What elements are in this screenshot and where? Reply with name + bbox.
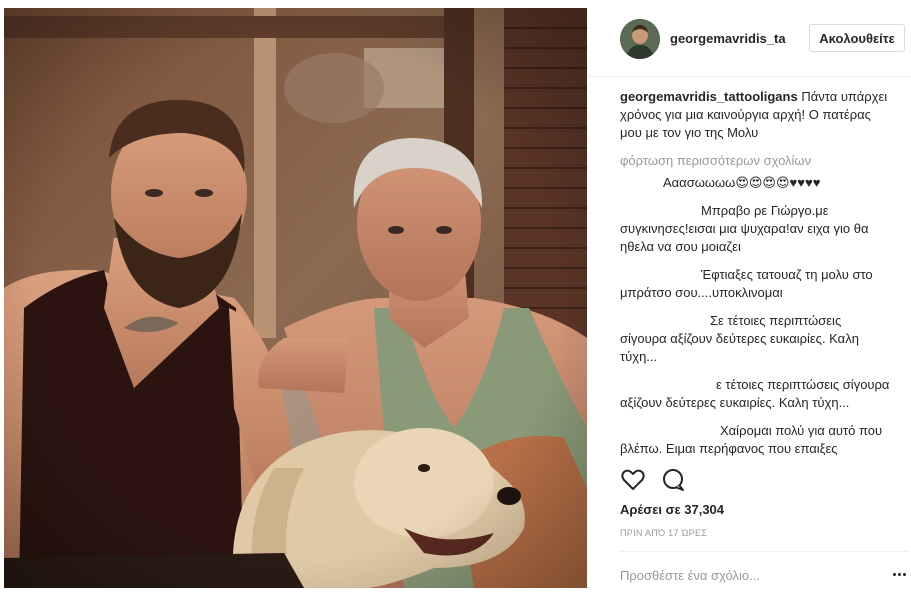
username-link[interactable]: georgemavridis_ta <box>670 31 786 46</box>
comments-list[interactable]: georgemavridis_tattooligans Πάντα υπάρχε… <box>620 88 890 460</box>
comment-item: Έφτιαξες τατουαζ τη μολυ στο μπράτσο σου… <box>620 266 890 302</box>
post-actions <box>620 467 720 497</box>
comment-text: Σε τέτοιες περιπτώσεις σίγουρα αξίζουν δ… <box>620 313 859 364</box>
comment-item: Χαίρομαι πολύ για αυτό που βλέπω. Ειμαι … <box>620 422 890 458</box>
post-photo[interactable] <box>4 8 587 588</box>
post-sidebar: georgemavridis_ta Ακολουθείτε georgemavr… <box>587 0 911 593</box>
comment-item: Σε τέτοιες περιπτώσεις σίγουρα αξίζουν δ… <box>620 312 890 366</box>
post-header: georgemavridis_ta Ακολουθείτε <box>587 0 911 77</box>
more-options-icon[interactable] <box>892 567 908 583</box>
avatar-image <box>620 19 660 59</box>
comment-item: ε τέτοιες περιπτώσεις σίγουρα αξίζουν δε… <box>620 376 890 412</box>
comment-text: Χαίρομαι πολύ για αυτό που βλέπω. Ειμαι … <box>620 423 883 456</box>
comment-item: Μπραβο ρε Γιώργο.με συγκινησες!εισαι μια… <box>620 202 890 256</box>
post-caption: georgemavridis_tattooligans Πάντα υπάρχε… <box>620 88 890 142</box>
load-more-comments-link[interactable]: φόρτωση περισσότερων σχολίων <box>620 152 890 170</box>
comment-icon[interactable] <box>660 467 686 493</box>
post-timestamp[interactable]: ΠΡΙΝ ΑΠΌ 17 ΏΡΕΣ <box>620 528 707 538</box>
comment-input[interactable] <box>620 564 870 586</box>
comment-text: ε τέτοιες περιπτώσεις σίγουρα αξίζουν δε… <box>620 377 890 410</box>
comment-text: Ααασωωωω😍😍😍😍♥♥♥♥ <box>663 175 821 190</box>
comment-item: Ααασωωωω😍😍😍😍♥♥♥♥ <box>620 174 890 192</box>
comment-text: Μπραβο ρε Γιώργο.με συγκινησες!εισαι μια… <box>620 203 869 254</box>
comment-text: Έφτιαξες τατουαζ τη μολυ στο μπράτσο σου… <box>620 267 873 300</box>
heart-icon[interactable] <box>620 467 646 493</box>
photo-illustration <box>4 8 587 588</box>
following-button[interactable]: Ακολουθείτε <box>809 24 905 52</box>
add-comment-section <box>620 551 908 593</box>
avatar[interactable] <box>620 19 660 59</box>
likes-count[interactable]: Αρέσει σε 37,304 <box>620 502 724 517</box>
caption-username[interactable]: georgemavridis_tattooligans <box>620 89 798 104</box>
